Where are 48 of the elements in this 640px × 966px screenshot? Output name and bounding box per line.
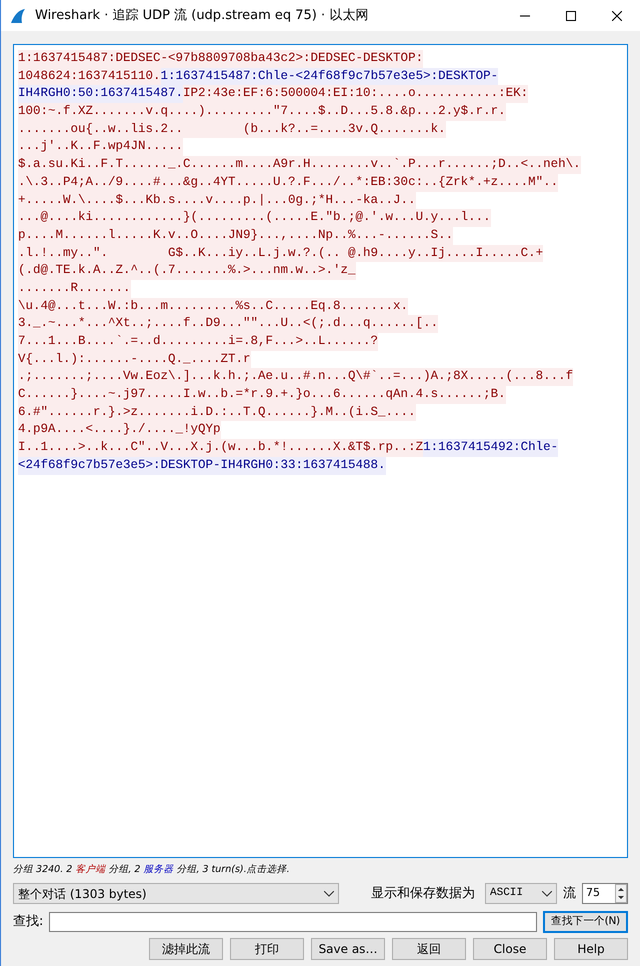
app-icon (9, 6, 27, 24)
client-data: V{...l.):......-....Q._....ZT.r (18, 350, 251, 368)
conversation-dropdown[interactable]: 整个对话 (1303 bytes) (13, 883, 339, 904)
client-data: \u.4@...t...W.:b...m.........%s..C.....Eq.8.......x. (18, 298, 408, 316)
dialog-button[interactable]: Save as… (311, 938, 385, 960)
client-data: ...j'..K..F.wp4JN..... (18, 138, 184, 156)
dialog-button[interactable]: Close (473, 938, 547, 960)
stream-text-area[interactable] (13, 44, 628, 858)
spin-arrows-icon[interactable] (615, 884, 627, 903)
server-data: <24f68f9c7b57e3e5>:DESKTOP-IH4RGH0:33:1637415488. (18, 456, 386, 474)
client-data: .......R....... (18, 280, 131, 298)
client-data: 6.#"......r.}.>z.......i.D.:..T.Q......}.M..(i.S_.... (18, 404, 416, 422)
client-data: 3._.~...*...^Xt..;....f..D9...""...U..<(;.d...q......[.. (18, 315, 438, 333)
server-data: IH4RGH0:50:1637415487. (18, 85, 184, 104)
find-next-button[interactable]: 查找下一个(N) (543, 910, 628, 932)
server-data: 1:1637415487:Chle-<24f68f9c7b57e3e5>:DESKTOP- (160, 68, 498, 86)
client-data: 1048624:1637415110. (18, 68, 161, 86)
client-data: .\.3..P4;A../9....#...&g..4YT.....U.?.F.../..*:EB:30c:..{Zrk*.+z....M".. (18, 174, 558, 192)
client-data: $.a.su.Ki..F.T......_.C......m....A9r.H........v..`.P...r......;D..<..neh\. (18, 156, 581, 174)
show-as-label: 显示和保存数据为 (371, 884, 475, 903)
close-icon[interactable] (612, 10, 622, 20)
dialog-button[interactable]: 滤掉此流 (149, 938, 223, 960)
client-data: .;.......;....Vw.Eoz\.]...k.h.;.Ae.u..#.n...Q\#`..=...)A.;8X.....(...8...f (18, 368, 574, 386)
format-dropdown[interactable]: ASCII (485, 883, 557, 904)
stream-label: 流 (563, 884, 576, 903)
server-data: 1:1637415492:Chle- (423, 439, 558, 457)
client-data: +.....W.\....$...Kb.s....v....p.|...0g.;*H...-ka..J.. (18, 192, 416, 210)
maximize-icon[interactable] (566, 10, 576, 20)
client-data: C......}....~.j97.....I.w..b.=*r.9.+.}o...6......qAn.4.s......;B. (18, 386, 506, 404)
client-data: 7...1...B....`.=..d.........i=.8,F...>..L......? (18, 333, 378, 351)
client-data: p....M......l.....K.v..O....JN9}...,....Np..%...-......S.. (18, 226, 454, 245)
stream-spinbox[interactable]: 75 (582, 883, 628, 904)
dialog-button[interactable]: Help (554, 938, 628, 960)
client-data: 4.p9A....<....}./...._!yQYp (18, 421, 221, 440)
find-field[interactable] (49, 912, 537, 932)
client-data: .l.!..my..". G$..K...iy..L.j.w.?.(.. @.h9....y..Ij....I.....C.+ (18, 244, 544, 262)
client-data: .......ou{..w..lis.2.. (b...k?..=....3v.Q.......k. (18, 120, 446, 138)
client-data: 100:~.f.XZ.......v.q....)........."7....$..D...5.8.&p...2.y$.r.r. (18, 103, 506, 121)
client-data: ...@....ki............}(.........(.....E."b.;@.'.w...U.y...l... (18, 209, 491, 227)
dialog-button[interactable]: 返回 (392, 938, 466, 960)
dialog-button[interactable]: 打印 (230, 938, 304, 960)
client-data: I..1....>..k...C"..V...X.j.(w...b.*!......X.&T$.rp..:Z (18, 439, 424, 457)
stream-summary: 分组 3240. 2 客户端 分组, 2 服务器 分组, 3 turn(s).点击选择. (13, 864, 290, 875)
window-title: Wireshark · 追踪 UDP 流 (udp.stream eq 75) · 以太网 (35, 6, 370, 25)
client-data: 1:1637415487:DEDSEC-<97b8809708ba43c2>:DEDSEC-DESKTOP: (18, 50, 424, 68)
find-label: 查找: (13, 912, 44, 931)
client-data: IP2:43e:EF:6:500004:EI:10:....o...........:EK: (183, 85, 528, 104)
client-data: (.d@.TE.k.A..Z.^..(.7.......%.>...nm.w..>.'z_ (18, 262, 356, 280)
